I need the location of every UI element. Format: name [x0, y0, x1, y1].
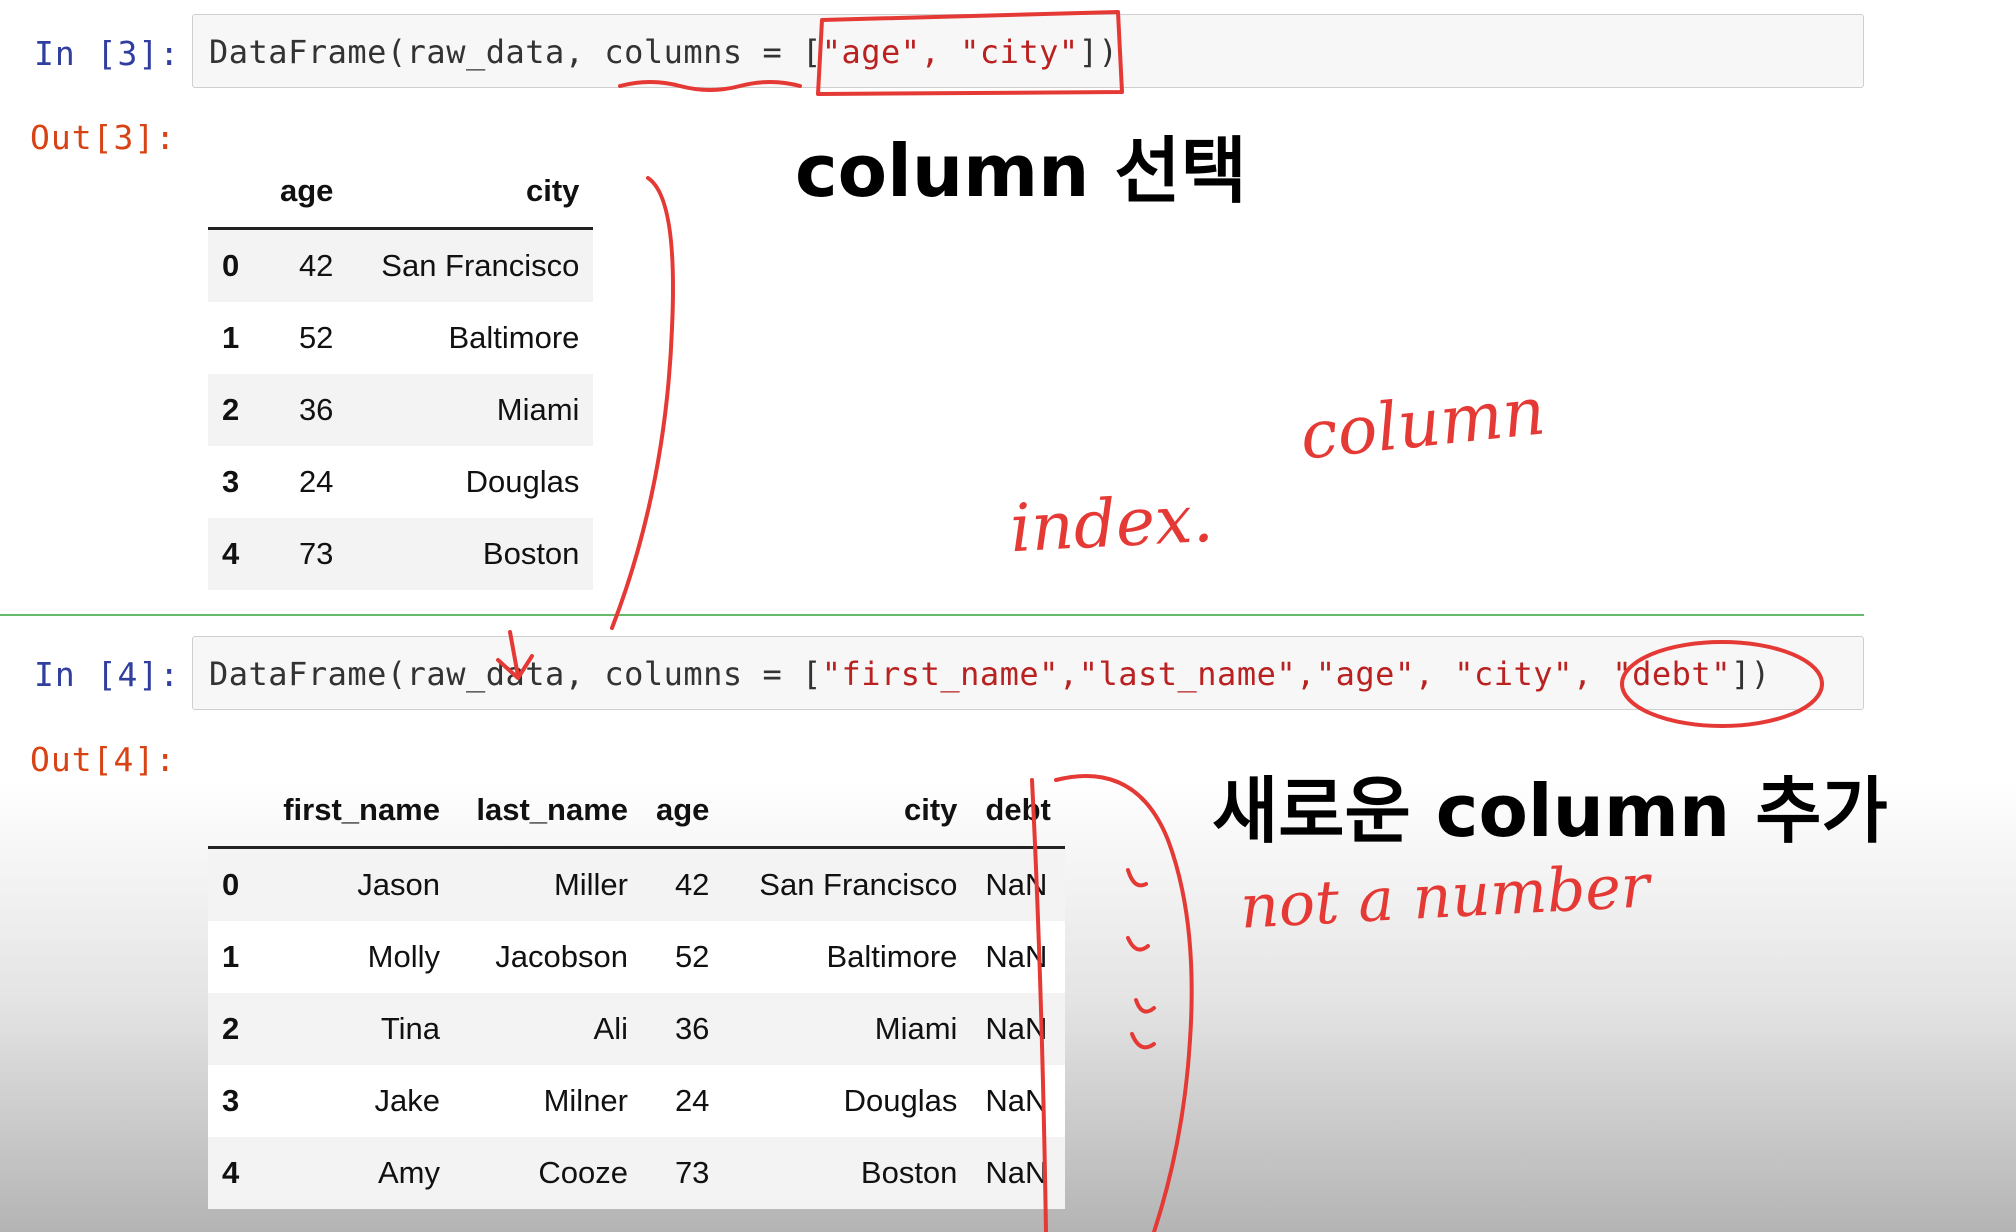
underline-columns-stroke [618, 80, 802, 92]
check-mark-4-stroke [1130, 1032, 1156, 1050]
oval-debt-stroke [1620, 640, 1824, 728]
check-mark-3-stroke [1134, 998, 1156, 1014]
check-mark-2-stroke [1126, 936, 1150, 952]
bracket-table3-stroke [610, 176, 675, 630]
debt-column-right-stroke [1054, 774, 1194, 1232]
debt-column-left-stroke [1030, 778, 1048, 1232]
box-age-city-stroke [816, 10, 1124, 96]
ink-strokes [496, 10, 1824, 1232]
check-mark-1-stroke [1126, 868, 1148, 888]
